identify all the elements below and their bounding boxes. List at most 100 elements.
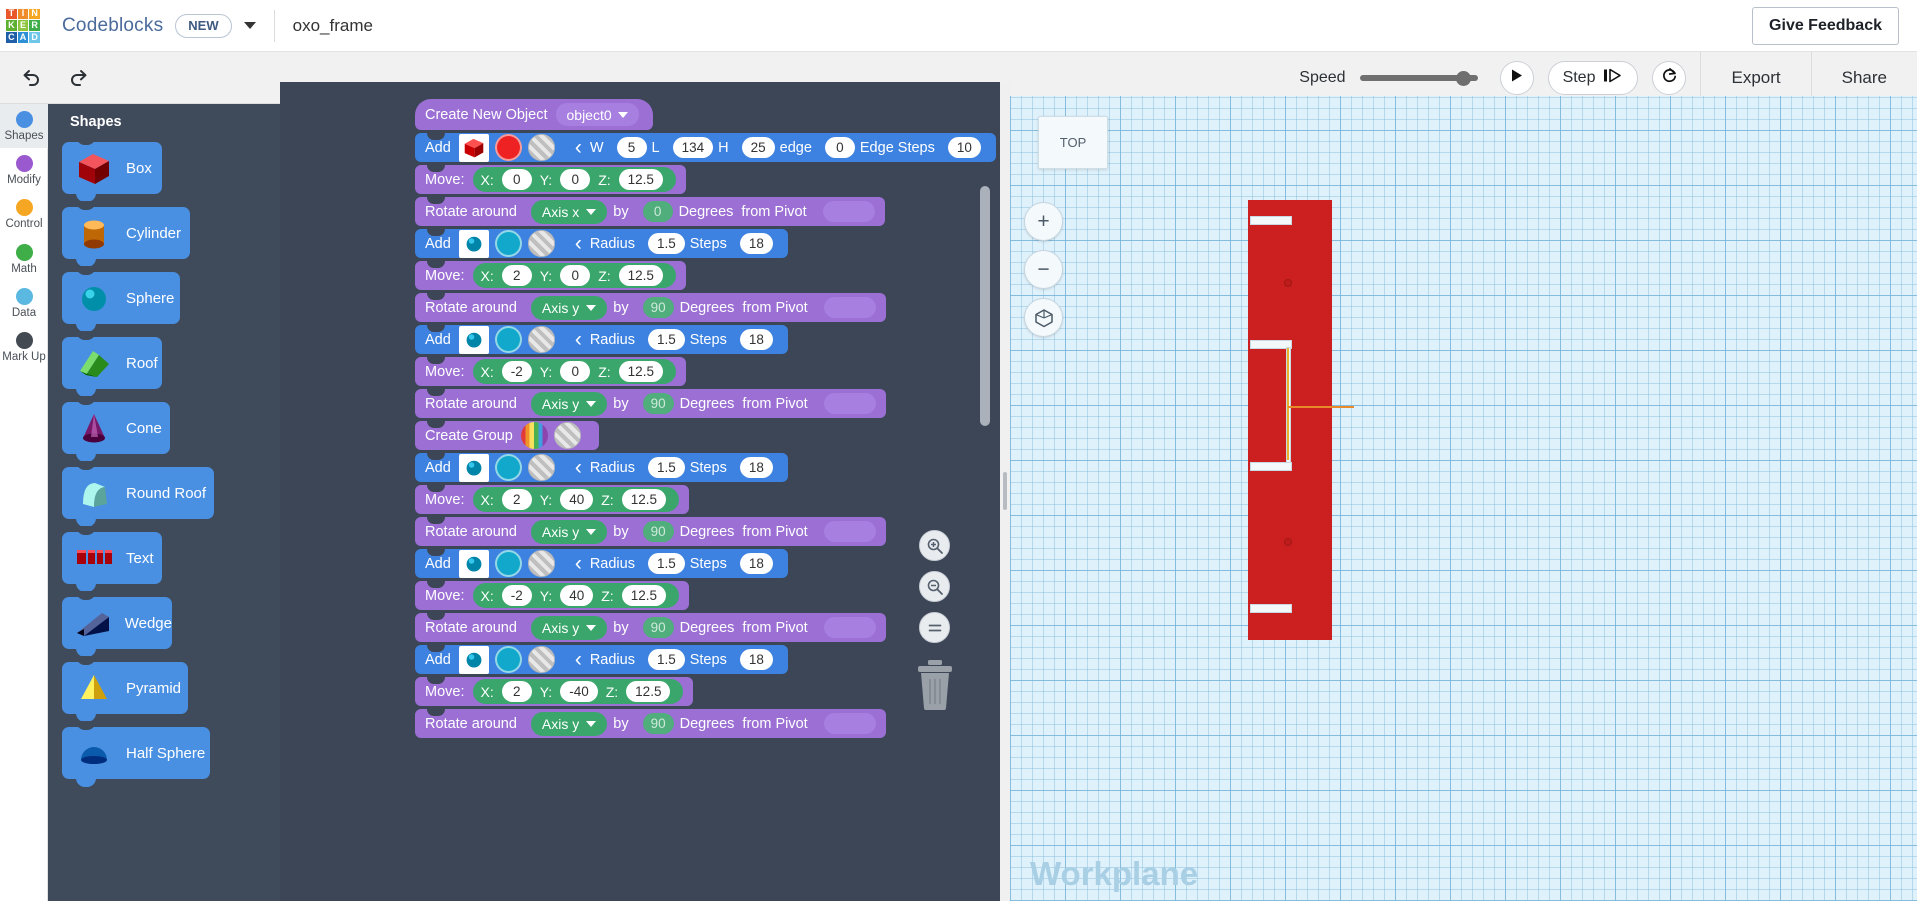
shape-block-text[interactable]: Text <box>62 526 162 592</box>
shape-preview-swatch[interactable] <box>458 325 489 354</box>
code-block-add[interactable]: Add ‹ Radius 1.5 Steps 18 <box>415 229 788 258</box>
collapse-params-icon[interactable]: ‹ <box>575 233 582 254</box>
code-block-add[interactable]: Add ‹ Radius 1.5 Steps 18 <box>415 549 788 578</box>
trash-icon[interactable] <box>912 659 958 716</box>
code-block-move[interactable]: Move: X: -2 Y: 0 Z: 12.5 <box>415 357 686 386</box>
hole-toggle-swatch[interactable] <box>527 326 555 353</box>
rotate-degrees-input[interactable]: 0 <box>642 201 673 222</box>
play-button[interactable] <box>1499 60 1534 95</box>
code-block-rotate[interactable]: Rotate around Axis y by 90 Degrees from Pivot <box>415 613 886 642</box>
move-x-input[interactable]: 2 <box>501 265 532 286</box>
plus-icon[interactable]: + <box>1024 202 1063 241</box>
code-block-rotate[interactable]: Rotate around Axis y by 90 Degrees from Pivot <box>415 709 886 738</box>
code-block-rotate[interactable]: Rotate around Axis y by 90 Degrees from Pivot <box>415 293 886 322</box>
speed-slider-knob[interactable] <box>1456 70 1472 86</box>
code-block-add[interactable]: Add ‹ Radius 1.5 Steps 18 <box>415 645 788 674</box>
pivot-slot[interactable] <box>823 297 876 318</box>
code-block-move[interactable]: Move: X: 0 Y: 0 Z: 12.5 <box>415 165 686 194</box>
move-y-input[interactable]: -40 <box>560 681 598 702</box>
color-picker-swatch[interactable] <box>494 134 522 161</box>
canvas-scrollbar[interactable] <box>980 186 990 426</box>
zoom-out-icon[interactable] <box>919 571 950 602</box>
rotate-degrees-input[interactable]: 90 <box>642 521 674 542</box>
shape-preview-swatch[interactable] <box>458 453 489 482</box>
pivot-slot[interactable] <box>823 713 876 734</box>
color-picker-swatch[interactable] <box>494 230 522 257</box>
move-z-input[interactable]: 12.5 <box>626 681 671 702</box>
param-value-input[interactable]: 5 <box>616 137 647 158</box>
move-z-input[interactable]: 12.5 <box>621 489 666 510</box>
speed-slider[interactable] <box>1359 70 1478 86</box>
group-hole-swatch[interactable] <box>553 422 581 449</box>
shape-block-cylinder[interactable]: Cylinder <box>62 201 190 267</box>
move-z-input[interactable]: 12.5 <box>618 361 663 382</box>
move-x-input[interactable]: 2 <box>501 489 532 510</box>
move-x-input[interactable]: -2 <box>501 585 532 606</box>
shape-preview-swatch[interactable] <box>458 549 489 578</box>
collapse-params-icon[interactable]: ‹ <box>575 649 582 670</box>
param-value-input[interactable]: 1.5 <box>647 553 685 574</box>
color-picker-swatch[interactable] <box>494 550 522 577</box>
collapse-params-icon[interactable]: ‹ <box>575 553 582 574</box>
move-y-input[interactable]: 0 <box>560 361 591 382</box>
param-value-input[interactable]: 0 <box>824 137 855 158</box>
give-feedback-button[interactable]: Give Feedback <box>1752 7 1899 45</box>
shape-preview-swatch[interactable] <box>458 133 489 162</box>
param-value-input[interactable]: 1.5 <box>647 329 685 350</box>
move-z-input[interactable]: 12.5 <box>621 585 666 606</box>
pivot-slot[interactable] <box>823 521 876 542</box>
shape-preview-swatch[interactable] <box>458 229 489 258</box>
color-picker-swatch[interactable] <box>494 646 522 673</box>
color-picker-swatch[interactable] <box>494 454 522 481</box>
axis-dropdown[interactable]: Axis y <box>530 519 608 544</box>
axis-dropdown[interactable]: Axis y <box>530 615 608 640</box>
hole-toggle-swatch[interactable] <box>527 454 555 481</box>
rail-item-data[interactable]: Data <box>0 281 48 325</box>
tinkercad-logo[interactable]: T I N K E R C A D <box>6 8 40 43</box>
hole-toggle-swatch[interactable] <box>527 550 555 577</box>
hole-toggle-swatch[interactable] <box>527 646 555 673</box>
step-button[interactable]: Step <box>1547 60 1639 95</box>
param-value-input[interactable]: 1.5 <box>647 649 685 670</box>
param-value-input[interactable]: 18 <box>739 553 773 574</box>
axis-dropdown[interactable]: Axis x <box>530 199 608 224</box>
code-block-add[interactable]: Add ‹ Radius 1.5 Steps 18 <box>415 325 788 354</box>
move-x-input[interactable]: 2 <box>501 681 532 702</box>
redo-icon[interactable] <box>62 61 96 95</box>
axis-dropdown[interactable]: Axis y <box>530 391 608 416</box>
param-value-input[interactable]: 134 <box>672 137 714 158</box>
panel-resize-handle[interactable] <box>1000 82 1010 901</box>
shape-block-cone[interactable]: Cone <box>62 396 170 462</box>
shape-block-sphere[interactable]: Sphere <box>62 266 180 332</box>
move-y-input[interactable]: 40 <box>560 489 594 510</box>
pivot-slot[interactable] <box>823 393 876 414</box>
document-title[interactable]: oxo_frame <box>293 16 373 36</box>
undo-icon[interactable] <box>14 61 48 95</box>
code-block-move[interactable]: Move: X: 2 Y: 40 Z: 12.5 <box>415 485 689 514</box>
param-value-input[interactable]: 18 <box>739 649 773 670</box>
move-z-input[interactable]: 12.5 <box>618 265 663 286</box>
param-value-input[interactable]: 18 <box>739 457 773 478</box>
code-block-group[interactable]: Create Group <box>415 421 599 450</box>
zoom-reset-icon[interactable] <box>919 612 950 643</box>
shape-block-half-sphere[interactable]: Half Sphere <box>62 721 210 787</box>
code-block-rotate[interactable]: Rotate around Axis y by 90 Degrees from Pivot <box>415 517 886 546</box>
rotate-degrees-input[interactable]: 90 <box>642 713 674 734</box>
param-value-input[interactable]: 10 <box>947 137 981 158</box>
rail-item-shapes[interactable]: Shapes <box>0 104 48 149</box>
code-block-move[interactable]: Move: X: 2 Y: 0 Z: 12.5 <box>415 261 686 290</box>
hole-toggle-swatch[interactable] <box>527 134 555 161</box>
rotate-degrees-input[interactable]: 90 <box>642 297 674 318</box>
axis-dropdown[interactable]: Axis y <box>530 295 608 320</box>
shape-block-roof[interactable]: Roof <box>62 331 162 397</box>
rotate-degrees-input[interactable]: 90 <box>642 393 674 414</box>
fit-view-icon[interactable] <box>1024 298 1063 337</box>
code-block-rotate[interactable]: Rotate around Axis x by 0 Degrees from Pivot <box>415 197 885 226</box>
move-x-input[interactable]: 0 <box>501 169 532 190</box>
move-y-input[interactable]: 0 <box>560 169 591 190</box>
move-y-input[interactable]: 0 <box>560 265 591 286</box>
app-brand-label[interactable]: Codeblocks <box>62 15 163 37</box>
param-value-input[interactable]: 18 <box>739 233 773 254</box>
collapse-params-icon[interactable]: ‹ <box>575 457 582 478</box>
code-canvas[interactable]: Create New Object object0 Add ‹ W 5 L 134 H 25 edg… <box>280 82 1000 901</box>
